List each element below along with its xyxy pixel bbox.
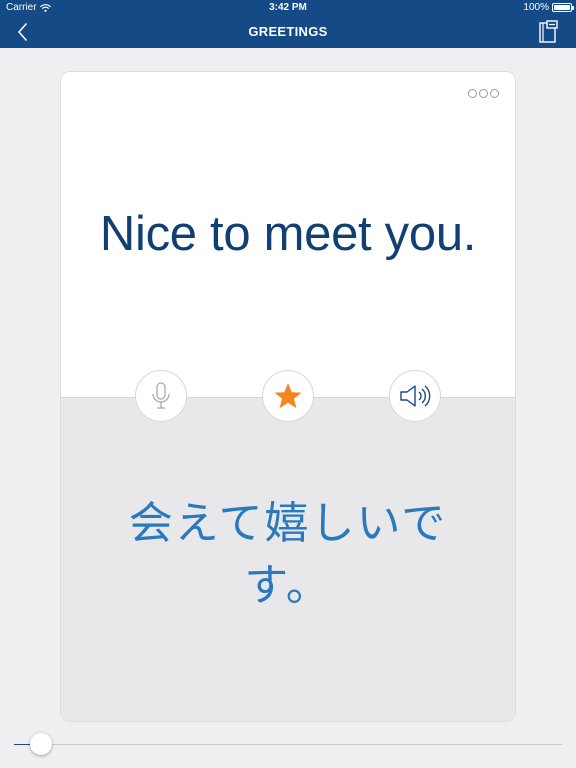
more-dot-icon xyxy=(479,89,488,98)
status-bar: Carrier 3:42 PM 100% xyxy=(0,0,576,16)
record-button[interactable] xyxy=(135,370,187,422)
notebook-icon xyxy=(539,20,558,43)
flashcard-back: 会えて嬉しいです。 xyxy=(61,397,515,721)
battery-percent: 100% xyxy=(523,2,549,13)
flashcard-front: Nice to meet you. xyxy=(61,72,515,397)
favorite-button[interactable] xyxy=(262,370,314,422)
progress-slider-thumb[interactable] xyxy=(30,733,53,755)
battery-fill xyxy=(554,5,570,10)
more-options-button[interactable] xyxy=(468,89,499,98)
star-icon xyxy=(274,383,302,409)
notebook-button[interactable] xyxy=(538,20,560,44)
english-phrase: Nice to meet you. xyxy=(99,207,477,261)
microphone-icon xyxy=(152,382,170,409)
play-audio-button[interactable] xyxy=(389,370,441,422)
more-dot-icon xyxy=(490,89,499,98)
battery-icon xyxy=(552,3,574,12)
nav-bar: GREETINGS xyxy=(0,16,576,48)
japanese-phrase: 会えて嬉しいです。 xyxy=(128,498,448,611)
speaker-icon xyxy=(400,385,431,407)
status-time: 3:42 PM xyxy=(269,2,307,13)
battery-indicator: 100% xyxy=(523,2,574,13)
more-dot-icon xyxy=(468,89,477,98)
flashcard[interactable]: Nice to meet you. 会えて嬉しいです。 xyxy=(60,71,516,722)
page-title: GREETINGS xyxy=(248,24,328,39)
progress-slider-track[interactable] xyxy=(14,744,562,745)
